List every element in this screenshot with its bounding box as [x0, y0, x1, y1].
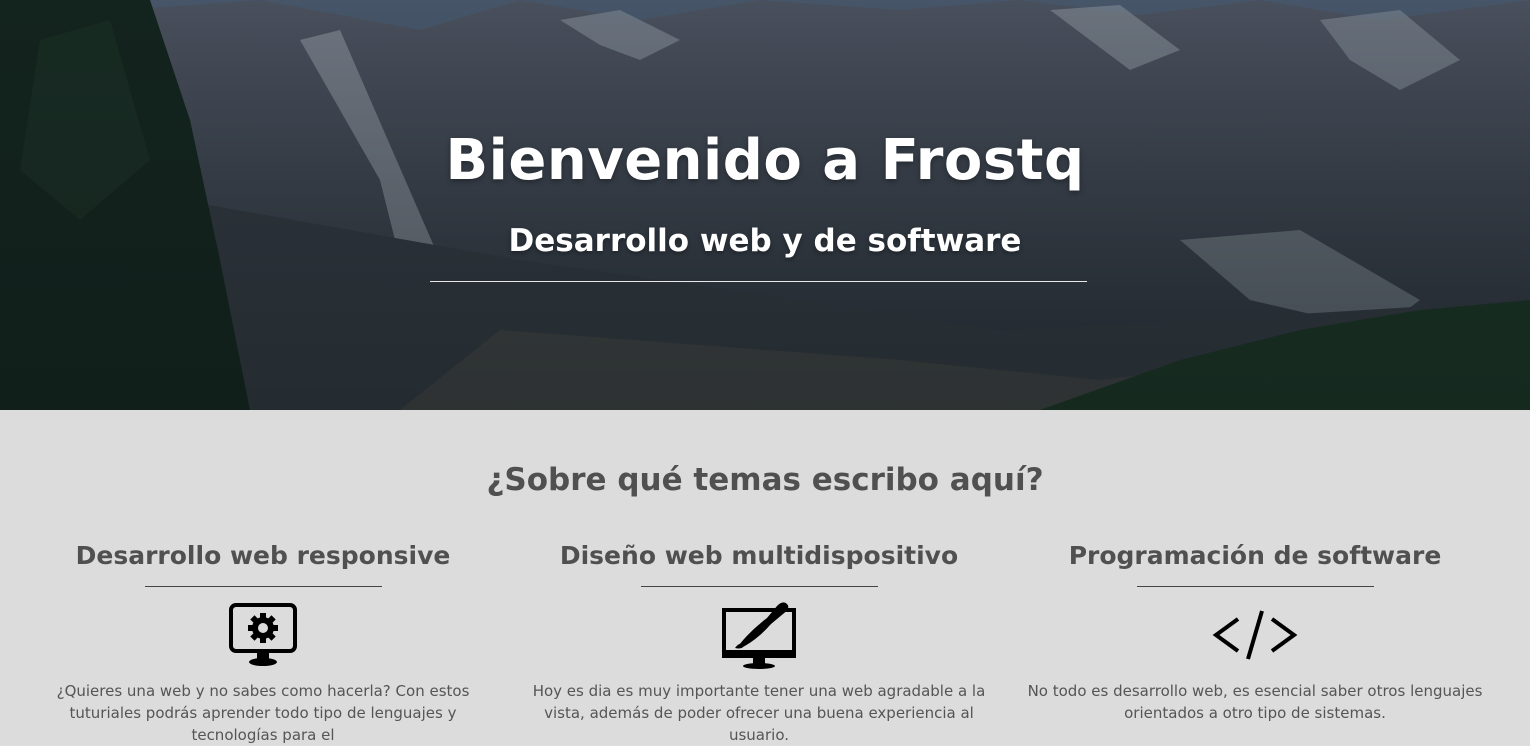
topic-divider [640, 586, 878, 587]
hero-banner: Bienvenido a Frostq Desarrollo web y de … [0, 0, 1530, 410]
topic-divider [1136, 586, 1374, 587]
topics-section: ¿Sobre qué temas escribo aquí? Desarroll… [0, 410, 1530, 744]
topic-description: ¿Quieres una web y no sabes como hacerla… [56, 682, 470, 744]
monitor-gear-icon [213, 600, 313, 670]
topics-heading: ¿Sobre qué temas escribo aquí? [486, 462, 1044, 498]
topic-card-design: Diseño web multidispositivo Hoy es dia e… [509, 538, 1009, 746]
monitor-brush-icon [709, 600, 809, 670]
hero-subtitle: Desarrollo web y de software [508, 223, 1022, 259]
hero-title: Bienvenido a Frostq [445, 128, 1085, 193]
topic-title: Diseño web multidispositivo [559, 541, 959, 570]
topic-card-software: Programación de software No todo es desa… [1005, 538, 1505, 724]
topic-title: Desarrollo web responsive [75, 541, 451, 570]
topic-description: Hoy es dia es muy importante tener una w… [532, 682, 986, 744]
hero-divider [430, 281, 1087, 282]
topic-divider [144, 586, 382, 587]
topic-title: Programación de software [1068, 541, 1442, 570]
topic-description: No todo es desarrollo web, es esencial s… [1027, 682, 1483, 722]
topic-card-responsive: Desarrollo web responsive ¿Quieres una w… [13, 538, 513, 746]
code-icon [1205, 600, 1305, 670]
mountain-background-image [0, 0, 1530, 410]
